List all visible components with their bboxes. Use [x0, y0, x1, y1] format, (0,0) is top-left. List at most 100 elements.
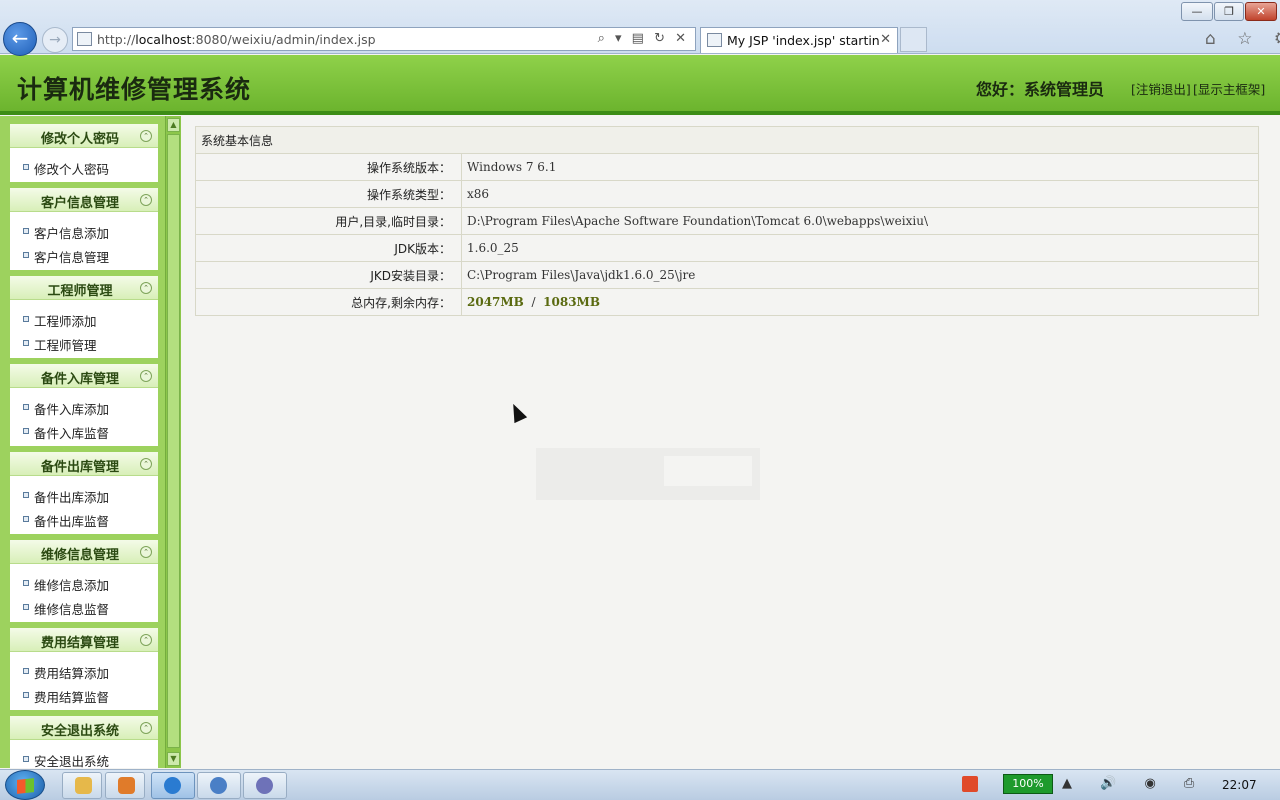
internet-explorer-icon [164, 777, 181, 794]
browser-tab[interactable]: My JSP 'index.jsp' startin... ✕ [700, 27, 898, 53]
menu-group-title: 工程师管理 [47, 284, 113, 299]
sidebar-item-billing-add[interactable]: 费用结算添加 [10, 658, 158, 682]
sidebar-item-billing-monitor[interactable]: 费用结算监督 [10, 682, 158, 706]
table-row: JKD安装目录： C:\Program Files\Java\jdk1.6.0_… [195, 261, 1259, 289]
menu-item-label: 安全退出系统 [34, 754, 110, 769]
bullet-icon [23, 316, 29, 322]
total-memory: 2047MB [467, 295, 524, 309]
app-header: 计算机维修管理系统 您好：系统管理员 [注销退出] [显示主框架] [0, 55, 1280, 115]
page-favicon-icon [77, 32, 92, 46]
sidebar-item-parts-out-monitor[interactable]: 备件出库监督 [10, 506, 158, 530]
minimize-button[interactable]: — [1181, 2, 1213, 21]
menu-group-header[interactable]: 客户信息管理 ⌃ [10, 188, 158, 212]
menu-group-header[interactable]: 备件出库管理 ⌃ [10, 452, 158, 476]
menu-item-label: 维修信息添加 [34, 578, 110, 593]
table-row: 用户,目录,临时目录： D:\Program Files\Apache Soft… [195, 207, 1259, 235]
scroll-down-icon[interactable]: ▼ [167, 752, 180, 766]
menu-group-header[interactable]: 维修信息管理 ⌃ [10, 540, 158, 564]
close-window-button[interactable]: ✕ [1245, 2, 1277, 21]
menu-group-customer: 客户信息管理 ⌃ 客户信息添加 客户信息管理 [10, 188, 158, 270]
menu-item-label: 客户信息添加 [34, 226, 110, 241]
taskbar-app-3[interactable] [243, 772, 287, 799]
menu-group-password: 修改个人密码 ⌃ 修改个人密码 [10, 124, 158, 182]
menu-item-label: 备件入库监督 [34, 426, 110, 441]
scroll-up-icon[interactable]: ▲ [167, 118, 180, 132]
sidebar-scrollbar[interactable]: ▲ ▼ [165, 116, 181, 768]
sidebar-item-repair-add[interactable]: 维修信息添加 [10, 570, 158, 594]
taskbar-explorer[interactable] [62, 772, 102, 799]
row-key: 操作系统类型： [195, 180, 462, 208]
home-favorites-settings-icons[interactable]: ⌂ ☆ ⚙ [1205, 29, 1280, 49]
menu-group-header[interactable]: 备件入库管理 ⌃ [10, 364, 158, 388]
menu-group-header[interactable]: 安全退出系统 ⌃ [10, 716, 158, 740]
tab-title: My JSP 'index.jsp' startin... [727, 33, 879, 48]
scroll-thumb[interactable] [167, 134, 180, 748]
address-bar[interactable]: http://localhost:8080/weixiu/admin/index… [72, 27, 696, 51]
sidebar-item-customer-manage[interactable]: 客户信息管理 [10, 242, 158, 266]
address-url[interactable]: http://localhost:8080/weixiu/admin/index… [97, 32, 376, 47]
show-main-frame-link[interactable]: [显示主框架] [1193, 79, 1265, 98]
table-row: 操作系统类型： x86 [195, 180, 1259, 208]
pdf-tray-icon[interactable] [962, 776, 978, 792]
menu-item-label: 备件出库添加 [34, 490, 110, 505]
table-caption-row: 系统基本信息 [195, 126, 1259, 154]
sidebar-item-customer-add[interactable]: 客户信息添加 [10, 218, 158, 242]
sidebar-item-parts-in-add[interactable]: 备件入库添加 [10, 394, 158, 418]
row-value: 1.6.0_25 [461, 234, 1259, 262]
menu-group-header[interactable]: 修改个人密码 ⌃ [10, 124, 158, 148]
tab-favicon-icon [707, 33, 722, 47]
folder-icon [75, 777, 92, 794]
taskbar-app[interactable] [105, 772, 145, 799]
start-button[interactable] [5, 770, 45, 800]
taskbar-ie[interactable] [151, 772, 195, 799]
menu-group-header[interactable]: 费用结算管理 ⌃ [10, 628, 158, 652]
taskbar-app-2[interactable] [197, 772, 241, 799]
collapse-icon[interactable]: ⌃ [140, 722, 152, 734]
sidebar-item-engineer-add[interactable]: 工程师添加 [10, 306, 158, 330]
collapse-icon[interactable]: ⌃ [140, 546, 152, 558]
collapse-icon[interactable]: ⌃ [140, 634, 152, 646]
row-key: 总内存,剩余内存： [195, 288, 462, 316]
system-tray-icons[interactable]: ▲ 🔊 ◉ ⎙ [1062, 776, 1206, 791]
menu-group-engineer: 工程师管理 ⌃ 工程师添加 工程师管理 [10, 276, 158, 358]
menu-group-title: 维修信息管理 [40, 548, 119, 563]
bullet-icon [23, 228, 29, 234]
back-arrow-icon: ← [11, 26, 29, 50]
menu-item-label: 费用结算监督 [34, 690, 110, 705]
collapse-icon[interactable]: ⌃ [140, 194, 152, 206]
address-tools-icons[interactable]: ⌕ ▾ ▤ ↻ ✕ [598, 31, 689, 46]
taskbar: 100% ▲ 🔊 ◉ ⎙ 22:07 [0, 769, 1280, 800]
bullet-icon [23, 404, 29, 410]
menu-item-label: 维修信息监督 [34, 602, 110, 617]
user-greeting: 您好：系统管理员 [976, 80, 1105, 99]
menu-group-title: 备件出库管理 [40, 460, 119, 475]
sidebar-item-engineer-manage[interactable]: 工程师管理 [10, 330, 158, 354]
menu-group-header[interactable]: 工程师管理 ⌃ [10, 276, 158, 300]
collapse-icon[interactable]: ⌃ [140, 370, 152, 382]
clock[interactable]: 22:07 [1222, 778, 1257, 792]
battery-indicator[interactable]: 100% [1003, 774, 1053, 794]
menu-item-label: 工程师管理 [34, 338, 97, 353]
system-info-table: 系统基本信息 操作系统版本： Windows 7 6.1 操作系统类型： x86… [195, 126, 1259, 316]
sidebar-item-change-password[interactable]: 修改个人密码 [10, 154, 158, 178]
bullet-icon [23, 580, 29, 586]
tab-close-icon[interactable]: ✕ [880, 32, 891, 47]
sidebar-item-parts-out-add[interactable]: 备件出库添加 [10, 482, 158, 506]
sidebar-item-parts-in-monitor[interactable]: 备件入库监督 [10, 418, 158, 442]
collapse-icon[interactable]: ⌃ [140, 130, 152, 142]
menu-item-label: 备件出库监督 [34, 514, 110, 529]
sidebar-item-repair-monitor[interactable]: 维修信息监督 [10, 594, 158, 618]
logout-link[interactable]: [注销退出] [1131, 79, 1191, 98]
row-key: JKD安装目录： [195, 261, 462, 289]
forward-button[interactable]: → [42, 27, 68, 53]
back-button[interactable]: ← [3, 22, 37, 56]
menu-group-repair: 维修信息管理 ⌃ 维修信息添加 维修信息监督 [10, 540, 158, 622]
maximize-button[interactable]: ❐ [1214, 2, 1244, 21]
table-row-memory: 总内存,剩余内存： 2047MB / 1083MB [195, 288, 1259, 316]
free-memory: 1083MB [543, 295, 600, 309]
app-icon [118, 777, 135, 794]
sidebar-item-safe-exit[interactable]: 安全退出系统 [10, 746, 158, 770]
new-tab-button[interactable] [900, 27, 927, 52]
collapse-icon[interactable]: ⌃ [140, 282, 152, 294]
collapse-icon[interactable]: ⌃ [140, 458, 152, 470]
